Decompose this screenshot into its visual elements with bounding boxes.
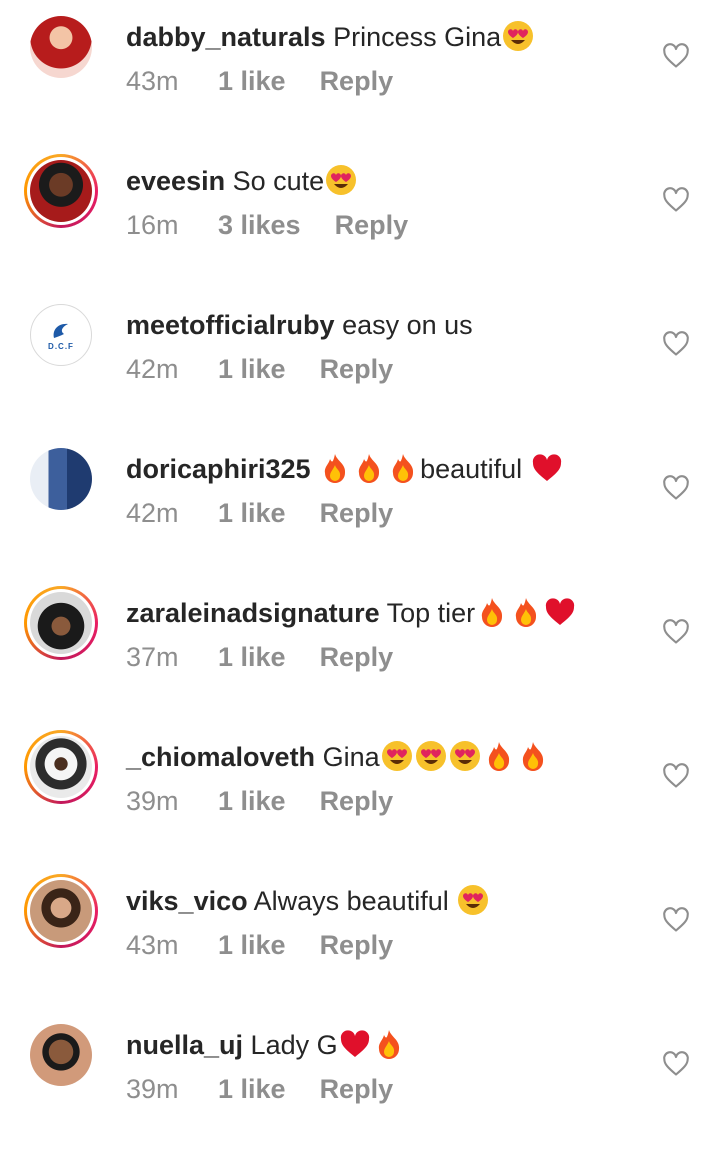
- heart-eyes-emoji: [381, 741, 412, 771]
- logo-icon: [53, 323, 68, 338]
- avatar-image: [30, 1024, 92, 1086]
- red-heart-emoji: [340, 1030, 369, 1057]
- comment-time: 42m: [126, 354, 179, 384]
- heart-outline-icon[interactable]: [662, 762, 690, 790]
- heart-outline-icon[interactable]: [662, 1050, 690, 1078]
- avatar[interactable]: [24, 10, 98, 84]
- comment-time: 16m: [126, 210, 179, 240]
- reply-button[interactable]: Reply: [335, 210, 409, 240]
- comment-text: Gina: [322, 742, 380, 772]
- avatar[interactable]: [24, 154, 98, 228]
- reply-button[interactable]: Reply: [320, 498, 394, 528]
- comment-likes[interactable]: 1 like: [218, 930, 286, 960]
- comment-text: Lady G: [250, 1030, 338, 1060]
- comment-username[interactable]: nuella_uj: [126, 1030, 243, 1060]
- comment-likes[interactable]: 1 like: [218, 786, 286, 816]
- comment-text: Princess Gina: [333, 22, 502, 52]
- fire-emoji: [324, 454, 346, 483]
- avatar[interactable]: [24, 1018, 98, 1092]
- fire-emoji: [516, 598, 537, 627]
- comment-time: 42m: [126, 498, 179, 528]
- heart-eyes-emoji: [458, 885, 489, 915]
- red-heart-emoji: [532, 454, 561, 481]
- comment-likes[interactable]: 3 likes: [218, 210, 301, 240]
- comment-likes[interactable]: 1 like: [218, 642, 286, 672]
- comment-time: 43m: [126, 930, 179, 960]
- comment-username[interactable]: dabby_naturals: [126, 22, 326, 52]
- fire-emoji: [358, 454, 380, 483]
- avatar[interactable]: [24, 730, 98, 804]
- heart-eyes-emoji: [415, 741, 446, 771]
- comment-username[interactable]: viks_vico: [126, 886, 248, 916]
- comment-text: So cute: [232, 166, 325, 196]
- comment-username[interactable]: eveesin: [126, 166, 225, 196]
- avatar[interactable]: [24, 586, 98, 660]
- comment-likes[interactable]: 1 like: [218, 354, 286, 384]
- comment-username[interactable]: doricaphiri325: [126, 454, 311, 484]
- avatar-image: [30, 736, 92, 798]
- heart-outline-icon[interactable]: [662, 906, 690, 934]
- comment-time: 39m: [126, 786, 179, 816]
- comment-item: _chiomaloveth Gina 39m 1 like Reply: [0, 720, 719, 864]
- reply-button[interactable]: Reply: [320, 354, 394, 384]
- comment-item: zaraleinadsignature Top tier 37m 1 like Re…: [0, 576, 719, 720]
- comment-item: viks_vico Always beautiful 43m 1 like Repl…: [0, 864, 719, 1008]
- comment-username[interactable]: _chiomaloveth: [126, 742, 315, 772]
- heart-outline-icon[interactable]: [662, 474, 690, 502]
- avatar-image: [30, 16, 92, 78]
- comment-text: easy on us: [342, 310, 473, 340]
- comment-likes[interactable]: 1 like: [218, 498, 286, 528]
- fire-emoji: [488, 742, 509, 771]
- heart-eyes-emoji: [449, 741, 480, 771]
- heart-eyes-emoji: [503, 21, 534, 51]
- fire-emoji: [522, 742, 543, 771]
- comment-text: Top tier: [386, 598, 476, 628]
- reply-button[interactable]: Reply: [320, 66, 394, 96]
- comment-likes[interactable]: 1 like: [218, 66, 286, 96]
- comment-item: dabby_naturals Princess Gina 43m 1 like Re…: [0, 0, 719, 144]
- avatar-image: [30, 448, 92, 510]
- comment-item: nuella_uj Lady G 39m 1 like Reply: [0, 1008, 719, 1152]
- avatar-image: [30, 592, 92, 654]
- comment-item: doricaphiri325 beautiful 42m 1 like Reply: [0, 432, 719, 576]
- reply-button[interactable]: Reply: [320, 930, 394, 960]
- comment-item: eveesin So cute 16m 3 likes Reply: [0, 144, 719, 288]
- comment-time: 43m: [126, 66, 179, 96]
- heart-outline-icon[interactable]: [662, 330, 690, 358]
- fire-emoji: [378, 1030, 399, 1059]
- avatar[interactable]: [24, 442, 98, 516]
- comment-item: D.C.F meetofficialruby easy on us 42m 1 l…: [0, 288, 719, 432]
- heart-outline-icon[interactable]: [662, 186, 690, 214]
- avatar-image: D.C.F: [30, 304, 92, 366]
- heart-outline-icon[interactable]: [662, 42, 690, 70]
- fire-emoji: [482, 598, 503, 627]
- avatar[interactable]: [24, 874, 98, 948]
- comment-username[interactable]: zaraleinadsignature: [126, 598, 380, 628]
- fire-emoji: [392, 454, 414, 483]
- comment-text: beautiful: [420, 454, 523, 484]
- comment-time: 39m: [126, 1074, 179, 1104]
- comment-username[interactable]: meetofficialruby: [126, 310, 335, 340]
- avatar[interactable]: D.C.F: [24, 298, 98, 372]
- comment-text: Always beautiful: [253, 886, 449, 916]
- reply-button[interactable]: Reply: [320, 1074, 394, 1104]
- reply-button[interactable]: Reply: [320, 786, 394, 816]
- avatar-image: [30, 160, 92, 222]
- red-heart-emoji: [545, 598, 575, 625]
- reply-button[interactable]: Reply: [320, 642, 394, 672]
- comment-time: 37m: [126, 642, 179, 672]
- avatar-image: [30, 880, 92, 942]
- heart-outline-icon[interactable]: [662, 618, 690, 646]
- heart-eyes-emoji: [326, 165, 357, 195]
- comment-likes[interactable]: 1 like: [218, 1074, 286, 1104]
